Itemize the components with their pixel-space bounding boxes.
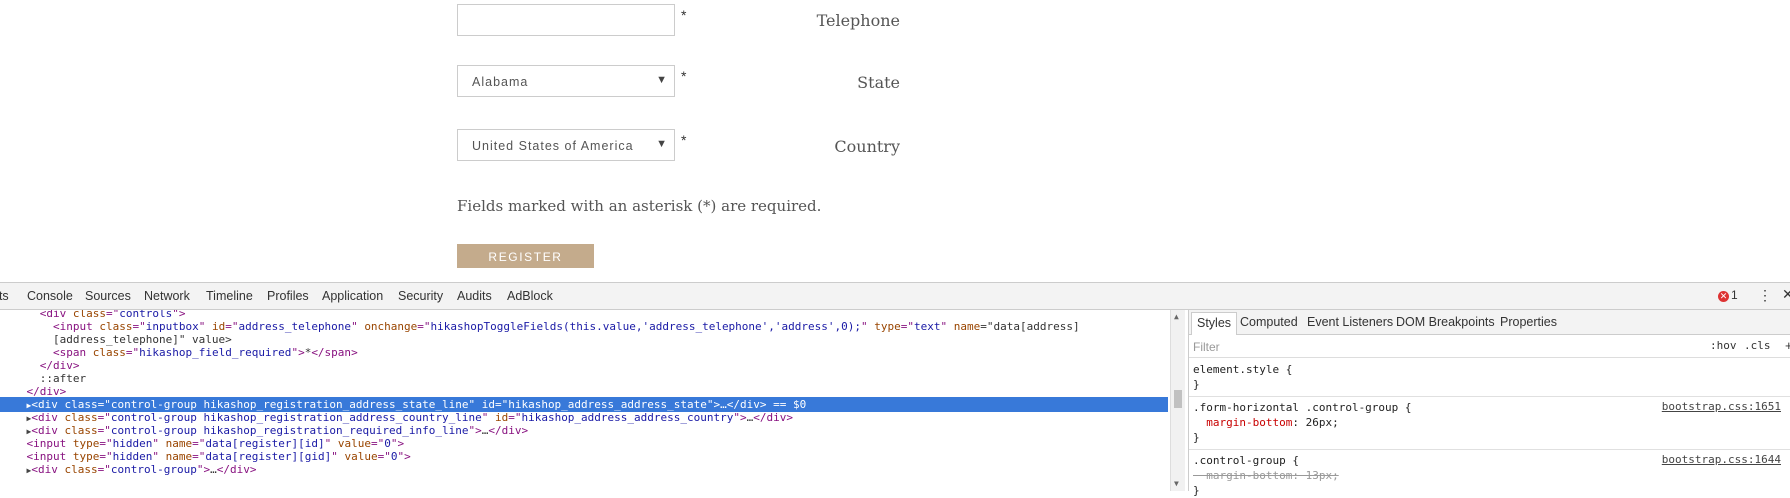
rule-close-brace: } xyxy=(1193,378,1200,391)
dom-node-row[interactable]: ▶<div class="control-group">…</div> xyxy=(0,462,1168,477)
telephone-row: Telephone * xyxy=(0,4,900,38)
tab-elements[interactable]: nts xyxy=(0,289,9,303)
rule-separator xyxy=(1189,396,1790,397)
tab-dom-breakpoints[interactable]: DOM Breakpoints xyxy=(1396,315,1495,329)
state-value: Alabama xyxy=(472,75,529,89)
error-icon: ✕ xyxy=(1718,291,1729,302)
tab-network[interactable]: Network xyxy=(144,289,190,303)
state-required-mark: * xyxy=(681,68,687,84)
rule-separator xyxy=(1189,449,1790,450)
css-rule[interactable]: .control-group {bootstrap.css:1644 margi… xyxy=(1193,453,1783,498)
country-dropdown-arrow-icon: ▼ xyxy=(656,138,668,150)
css-rule[interactable]: element.style {} xyxy=(1193,362,1783,392)
tab-audits[interactable]: Audits xyxy=(457,289,492,303)
css-declaration[interactable]: margin-bottom: 26px; xyxy=(1193,415,1783,430)
tab-timeline[interactable]: Timeline xyxy=(206,289,253,303)
tab-security[interactable]: Security xyxy=(398,289,443,303)
required-fields-note: Fields marked with an asterisk (*) are r… xyxy=(457,197,822,215)
state-label: State xyxy=(857,73,900,92)
telephone-input[interactable] xyxy=(457,4,675,36)
rule-source-link[interactable]: bootstrap.css:1644 xyxy=(1662,453,1781,466)
devtools-close-icon[interactable]: ✕ xyxy=(1782,286,1790,303)
scrollbar-thumb[interactable] xyxy=(1174,390,1182,408)
tab-adblock[interactable]: AdBlock xyxy=(507,289,553,303)
scroll-up-icon[interactable]: ▲ xyxy=(1174,312,1179,321)
country-value: United States of America xyxy=(472,139,634,153)
tab-application[interactable]: Application xyxy=(322,289,383,303)
dom-node-markup: <div class="control-group">…</div> xyxy=(31,463,257,476)
hov-toggle[interactable]: :hov xyxy=(1710,339,1737,352)
tab-event-listeners[interactable]: Event Listeners xyxy=(1307,315,1393,329)
css-declaration[interactable]: margin-bottom: 13px; xyxy=(1193,468,1783,483)
styles-tabbar: Styles Computed Event Listeners DOM Brea… xyxy=(1189,310,1790,335)
telephone-label: Telephone xyxy=(816,11,900,30)
tab-sources[interactable]: Sources xyxy=(85,289,131,303)
tab-properties[interactable]: Properties xyxy=(1500,315,1557,329)
country-select[interactable]: United States of America ▼ xyxy=(457,129,675,161)
elements-tree[interactable]: <div class="controls"> <input class="inp… xyxy=(0,310,1168,491)
rule-close-brace: } xyxy=(1193,484,1200,497)
devtools-menu-icon[interactable]: ⋮ xyxy=(1758,287,1772,304)
scroll-down-icon[interactable]: ▼ xyxy=(1174,479,1179,488)
error-counter[interactable]: ✕ 1 xyxy=(1718,288,1738,302)
error-count: 1 xyxy=(1731,288,1738,302)
register-button[interactable]: REGISTER xyxy=(457,244,594,268)
telephone-required-mark: * xyxy=(681,7,687,23)
css-rule[interactable]: .form-horizontal .control-group {bootstr… xyxy=(1193,400,1783,445)
state-dropdown-arrow-icon: ▼ xyxy=(656,74,668,86)
registration-form: Telephone * State Alabama ▼ * Country Un… xyxy=(0,0,1790,282)
rule-close-brace: } xyxy=(1193,431,1200,444)
country-required-mark: * xyxy=(681,132,687,148)
country-label: Country xyxy=(834,137,900,156)
tab-console[interactable]: Console xyxy=(27,289,73,303)
styles-sidebar: Styles Computed Event Listeners DOM Brea… xyxy=(1188,310,1790,497)
styles-filter-row: Filter :hov .cls + xyxy=(1189,335,1790,358)
devtools-panel: nts Console Sources Network Timeline Pro… xyxy=(0,282,1790,497)
country-row: Country United States of America ▼ * xyxy=(0,129,900,163)
elements-scrollbar[interactable]: ▲ ▼ xyxy=(1170,310,1185,491)
cls-toggle[interactable]: .cls xyxy=(1744,339,1771,352)
devtools-tabbar: nts Console Sources Network Timeline Pro… xyxy=(0,283,1790,310)
tab-styles[interactable]: Styles xyxy=(1191,312,1238,335)
state-select[interactable]: Alabama ▼ xyxy=(457,65,675,97)
styles-filter-input[interactable]: Filter xyxy=(1193,340,1220,354)
new-rule-button[interactable]: + xyxy=(1785,338,1790,353)
tab-profiles[interactable]: Profiles xyxy=(267,289,309,303)
state-row: State Alabama ▼ * xyxy=(0,65,900,99)
rule-source-link[interactable]: bootstrap.css:1651 xyxy=(1662,400,1781,413)
tab-computed[interactable]: Computed xyxy=(1240,315,1298,329)
rule-selector: element.style { xyxy=(1193,363,1293,376)
